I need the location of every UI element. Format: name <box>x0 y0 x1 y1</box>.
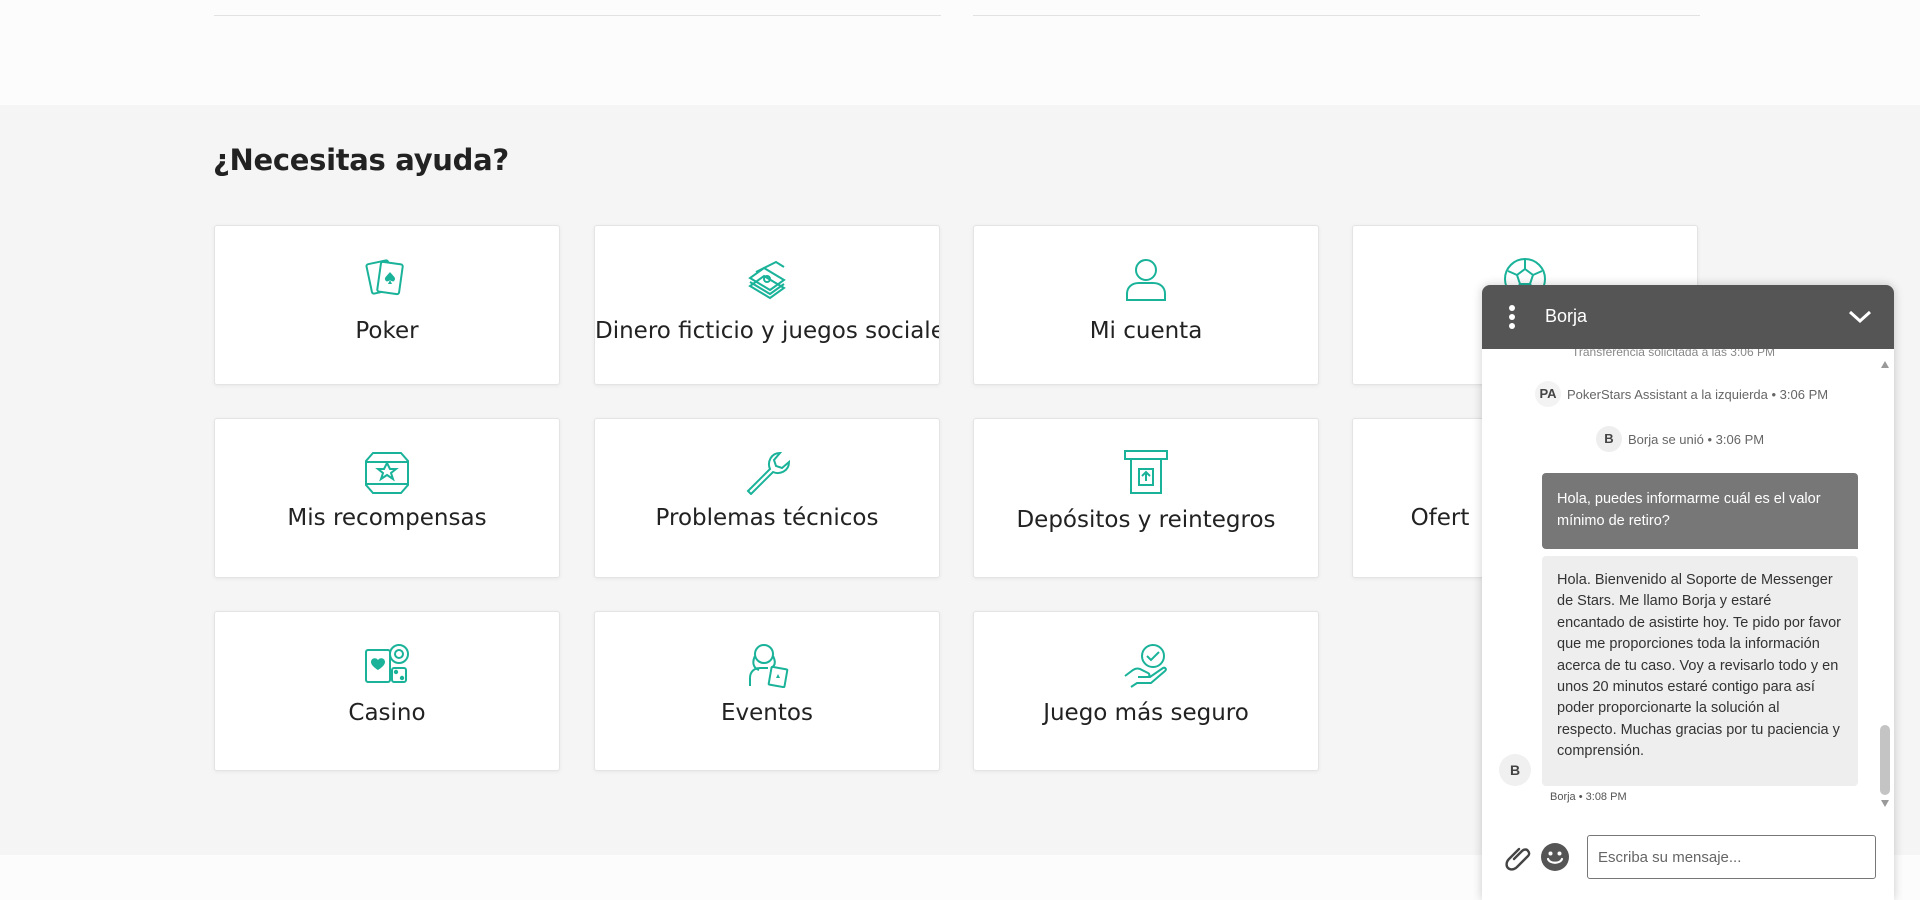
help-card-juego-seguro[interactable]: Juego más seguro <box>973 611 1319 771</box>
message-meta: Borja • 3:08 PM <box>1550 791 1627 803</box>
scrollbar-thumb[interactable] <box>1880 725 1890 795</box>
help-card-depositos-reintegros[interactable]: Depósitos y reintegros <box>973 418 1319 578</box>
help-title: ¿Necesitas ayuda? <box>213 143 509 177</box>
chevron-down-icon[interactable] <box>1846 303 1874 331</box>
wrench-icon <box>744 449 791 496</box>
scroll-down-icon[interactable] <box>1881 800 1889 807</box>
help-card-mis-recompensas[interactable]: Mis recompensas <box>214 418 560 578</box>
event-person-card-icon <box>744 642 790 689</box>
help-card-casino[interactable]: Casino <box>214 611 560 771</box>
system-message: Transferencia solicitada a las 3:06 PM <box>1572 349 1775 359</box>
help-card-eventos[interactable]: Eventos <box>594 611 940 771</box>
emoji-icon[interactable] <box>1540 842 1570 872</box>
avatar: B <box>1596 426 1622 452</box>
poker-cards-icon <box>364 256 410 302</box>
chat-footer <box>1482 815 1894 900</box>
help-card-label: Juego más seguro <box>1043 700 1249 726</box>
user-message-bubble: Hola, puedes informarme cuál es el valor… <box>1542 473 1858 549</box>
agent-message-bubble: Hola. Bienvenido al Soporte de Messenger… <box>1542 556 1858 786</box>
scrollbar[interactable] <box>1880 361 1890 807</box>
user-icon <box>1123 256 1169 302</box>
divider <box>973 15 1700 16</box>
divider <box>214 15 941 16</box>
message-input[interactable] <box>1587 835 1876 879</box>
help-card-problemas-tecnicos[interactable]: Problemas técnicos <box>594 418 940 578</box>
help-card-poker[interactable]: Poker <box>214 225 560 385</box>
paperclip-icon[interactable] <box>1502 841 1532 871</box>
help-card-label: Problemas técnicos <box>655 505 879 531</box>
hand-check-icon <box>1123 642 1169 688</box>
star-chest-icon <box>364 449 410 495</box>
more-options-icon[interactable] <box>1507 305 1517 331</box>
top-band <box>0 0 1920 105</box>
help-card-label: Eventos <box>721 700 813 726</box>
system-message-text: PokerStars Assistant a la izquierda • 3:… <box>1567 386 1829 402</box>
help-card-label: Mis recompensas <box>287 505 487 531</box>
system-message: PA PokerStars Assistant a la izquierda •… <box>1535 381 1828 407</box>
chat-widget: Borja Transferencia solicitada a las 3:0… <box>1482 285 1894 900</box>
chat-messages[interactable]: Transferencia solicitada a las 3:06 PM P… <box>1482 349 1894 815</box>
help-card-mi-cuenta[interactable]: Mi cuenta <box>973 225 1319 385</box>
atm-withdraw-icon <box>1123 449 1169 495</box>
chat-header: Borja <box>1482 285 1894 349</box>
avatar: PA <box>1535 381 1561 407</box>
scroll-up-icon[interactable] <box>1881 361 1889 368</box>
avatar: B <box>1499 754 1531 786</box>
system-message-text: Borja se unió • 3:06 PM <box>1628 431 1765 447</box>
help-card-label: Dinero ficticio y juegos sociales <box>595 318 939 344</box>
help-card-dinero-ficticio[interactable]: Dinero ficticio y juegos sociales <box>594 225 940 385</box>
help-card-label: Poker <box>355 318 419 344</box>
help-card-label: Casino <box>348 700 426 726</box>
casino-chips-icon <box>364 642 410 688</box>
money-stack-icon <box>744 256 790 302</box>
help-card-label: Mi cuenta <box>1089 318 1203 344</box>
chat-agent-name: Borja <box>1545 306 1588 326</box>
system-message: B Borja se unió • 3:06 PM <box>1596 426 1764 452</box>
